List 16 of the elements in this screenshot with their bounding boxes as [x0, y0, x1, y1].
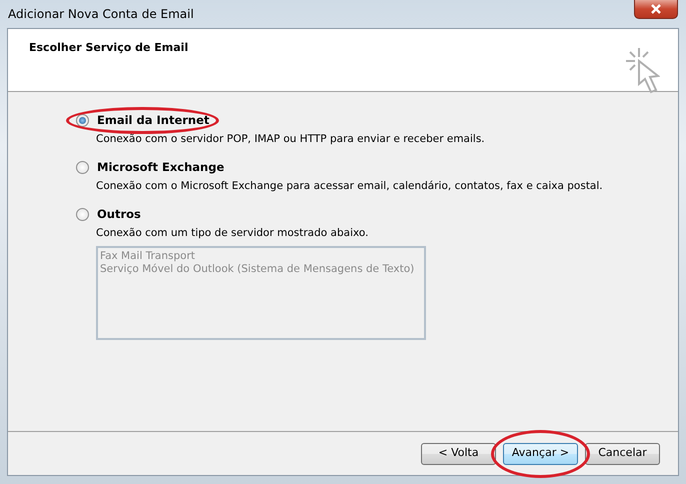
dialog-button[interactable]: Avançar >: [503, 442, 578, 464]
radio-button[interactable]: [76, 208, 89, 222]
dialog-button[interactable]: Cancelar: [585, 442, 660, 464]
radio-option[interactable]: Outros: [76, 206, 141, 224]
radio-button[interactable]: [76, 114, 89, 128]
option-description: Conexão com o Microsoft Exchange para acessar email, calendário, contatos, fax e caixa postal.: [95, 179, 604, 194]
close-button[interactable]: [634, 0, 678, 19]
option-description: Conexão com o servidor POP, IMAP ou HTTP para enviar e receber emails.: [95, 132, 486, 148]
radio-button[interactable]: [76, 161, 89, 174]
radio-option[interactable]: Microsoft Exchange: [76, 159, 224, 176]
window-title: Adicionar Nova Conta de Email: [8, 6, 194, 23]
page-heading: Escolher Serviço de Email: [29, 40, 188, 56]
radio-option[interactable]: Email da Internet: [76, 112, 210, 130]
option-description: Conexão com um tipo de servidor mostrado abaixo.: [95, 226, 370, 242]
close-icon: [650, 4, 662, 14]
dialog-button[interactable]: < Volta: [421, 442, 496, 464]
